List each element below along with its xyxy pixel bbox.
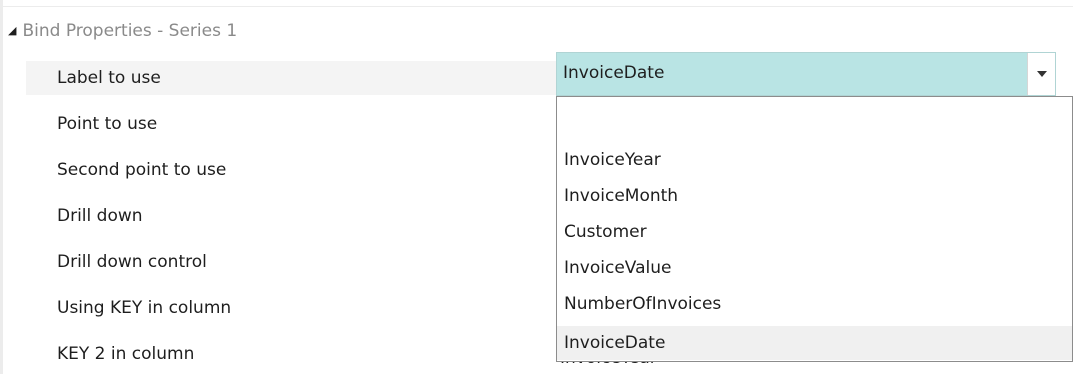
chevron-down-icon	[1036, 71, 1047, 77]
property-label: Drill down control	[57, 252, 207, 272]
property-label: Second point to use	[57, 160, 227, 180]
property-label: Label to use	[57, 68, 161, 88]
dropdown-option-number-of-invoices[interactable]: NumberOfInvoices	[557, 287, 1072, 321]
dropdown-option-invoice-value[interactable]: InvoiceValue	[557, 251, 1072, 285]
dropdown-option-invoice-month[interactable]: InvoiceMonth	[557, 179, 1072, 213]
property-label: Using KEY in column	[57, 298, 232, 318]
label-to-use-combobox[interactable]: InvoiceDate	[556, 52, 1056, 96]
property-label: KEY 2 in column	[57, 344, 195, 364]
dropdown-option-customer[interactable]: Customer	[557, 215, 1072, 249]
dropdown-options-list[interactable]: InvoiceYear InvoiceMonth Customer Invoic…	[556, 96, 1073, 362]
left-edge	[0, 0, 3, 374]
dropdown-option-empty[interactable]	[557, 105, 1072, 139]
combobox-selected-value: InvoiceDate	[563, 63, 665, 83]
top-border	[0, 0, 1073, 7]
property-label: Point to use	[57, 114, 158, 134]
collapse-triangle-icon[interactable]: ◢	[8, 24, 16, 37]
section-title: Bind Properties - Series 1	[22, 21, 238, 41]
section-header-bind-properties[interactable]: ◢ Bind Properties - Series 1	[8, 18, 1068, 44]
dropdown-option-invoice-year[interactable]: InvoiceYear	[557, 143, 1072, 177]
dropdown-option-invoice-date[interactable]: InvoiceDate	[557, 326, 1072, 360]
property-label: Drill down	[57, 206, 143, 226]
dropdown-toggle-button[interactable]	[1027, 53, 1055, 95]
